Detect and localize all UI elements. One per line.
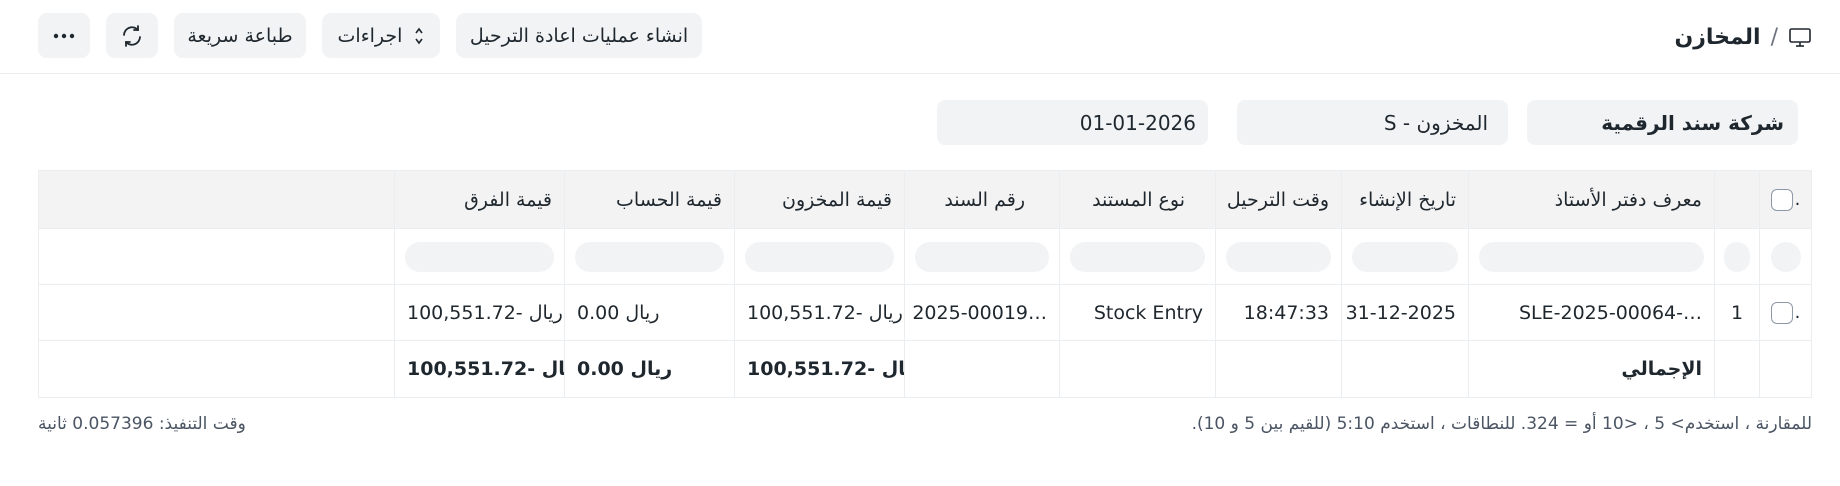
filter-input-select[interactable] xyxy=(1770,241,1801,272)
column-header-difference-value[interactable]: قيمة الفرق xyxy=(394,171,564,228)
filter-cell-posting-time xyxy=(1215,229,1341,284)
filter-input-difference-value[interactable] xyxy=(405,241,554,272)
select-all-cell: . xyxy=(1759,171,1811,228)
table-header-row: . معرف دفتر الأستاذ تاريخ الإنشاء وقت ال… xyxy=(39,171,1811,229)
table-row[interactable]: . 1 SLE-2025-00064-… 31-12-2025 18:47:33… xyxy=(39,285,1811,341)
column-filter-row xyxy=(39,229,1811,285)
page-title[interactable]: المخازن xyxy=(1674,25,1760,50)
filter-input-doc-type[interactable] xyxy=(1070,241,1205,272)
breadcrumb-separator: / xyxy=(1770,24,1778,50)
filter-cell-doc-type xyxy=(1059,229,1215,284)
cell-account-value: ريال 0.00 xyxy=(564,285,734,340)
totals-empty-cell xyxy=(904,341,1059,397)
column-header-stock-value[interactable]: قيمة المخزون xyxy=(734,171,904,228)
difference-value: ريال -100,551.72 xyxy=(407,301,563,324)
filter-input-posting-time[interactable] xyxy=(1226,241,1331,272)
date-filter[interactable]: 01-01-2026 xyxy=(937,100,1208,145)
filter-cell-select xyxy=(1759,229,1811,284)
filter-input-index[interactable] xyxy=(1724,241,1750,272)
refresh-button[interactable] xyxy=(106,13,158,58)
filter-help-text: للمقارنة ، استخدم> 5 ، <10 أو = 324. للن… xyxy=(1191,414,1812,434)
column-header-voucher-no[interactable]: رقم السند xyxy=(904,171,1059,228)
filter-cell-creation-date xyxy=(1341,229,1468,284)
actions-label: اجراءات xyxy=(337,24,403,47)
more-options-button[interactable] xyxy=(38,13,90,58)
totals-empty-cell xyxy=(1341,341,1468,397)
totals-difference-value-text: ريال -100,551.72 xyxy=(407,358,564,380)
creation-date-value: 31-12-2025 xyxy=(1345,301,1456,324)
stock-value: ريال -100,551.72 xyxy=(747,301,903,324)
cell-stock-value: ريال -100,551.72 xyxy=(734,285,904,340)
totals-row: الإجمالي ريال -100,551.72 ريال 0.00 ريال… xyxy=(39,341,1811,397)
index-header xyxy=(1714,171,1759,228)
totals-difference-value: ريال -100,551.72 xyxy=(394,341,564,397)
row-select-cell: . xyxy=(1759,285,1811,340)
totals-select-cell xyxy=(1759,341,1811,397)
column-header-doc-type[interactable]: نوع المستند xyxy=(1059,171,1215,228)
cell-creation-date: 31-12-2025 xyxy=(1341,285,1468,340)
cell-ledger-id[interactable]: SLE-2025-00064-… xyxy=(1468,285,1714,340)
filter-input-creation-date[interactable] xyxy=(1352,241,1458,272)
filter-input-ledger-id[interactable] xyxy=(1479,241,1704,272)
totals-empty-cell xyxy=(1215,341,1341,397)
page-header: / المخازن طباعة سريعة اجراءات انشاء عملي… xyxy=(0,0,1840,74)
doc-type-value: Stock Entry xyxy=(1093,301,1203,324)
cell-difference-value: ريال -100,551.72 xyxy=(394,285,564,340)
cell-voucher-no[interactable]: 2025-00019… xyxy=(904,285,1059,340)
row-checkbox[interactable] xyxy=(1770,301,1793,324)
empty-header-space xyxy=(39,171,394,228)
filter-input-voucher-no[interactable] xyxy=(915,241,1049,272)
desktop-icon[interactable] xyxy=(1788,26,1812,48)
totals-stock-value-text: ريال -100,551.72 xyxy=(747,358,904,380)
totals-index-cell xyxy=(1714,341,1759,397)
quick-print-button[interactable]: طباعة سريعة xyxy=(174,13,306,58)
company-filter[interactable]: شركة سند الرقمية xyxy=(1527,100,1798,145)
filter-cell-account-value xyxy=(564,229,734,284)
filter-cell-voucher-no xyxy=(904,229,1059,284)
column-header-creation-date[interactable]: تاريخ الإنشاء xyxy=(1341,171,1468,228)
filter-input-account-value[interactable] xyxy=(575,241,724,272)
voucher-no-value[interactable]: 2025-00019… xyxy=(912,302,1047,324)
refresh-icon xyxy=(123,24,141,47)
ellipsis-icon xyxy=(53,33,75,38)
row-index: 1 xyxy=(1714,285,1759,340)
posting-time-value: 18:47:33 xyxy=(1243,301,1329,324)
execution-time: وقت التنفيذ: 0.057396 ثانية xyxy=(38,414,246,434)
breadcrumb: / المخازن xyxy=(1674,20,1812,54)
cell-doc-type: Stock Entry xyxy=(1059,285,1215,340)
account-value: ريال 0.00 xyxy=(577,301,660,324)
totals-stock-value: ريال -100,551.72 xyxy=(734,341,904,397)
ledger-id-value[interactable]: SLE-2025-00064-… xyxy=(1519,302,1702,324)
warehouse-filter[interactable]: المخزون - S xyxy=(1237,100,1508,145)
filter-cell-difference-value xyxy=(394,229,564,284)
sort-arrows-icon xyxy=(415,27,424,44)
cell-posting-time: 18:47:33 xyxy=(1215,285,1341,340)
filter-cell-stock-value xyxy=(734,229,904,284)
column-header-posting-time[interactable]: وقت الترحيل xyxy=(1215,171,1341,228)
select-all-checkbox[interactable] xyxy=(1770,188,1793,211)
filter-cell-ledger-id xyxy=(1468,229,1714,284)
totals-account-value-text: ريال 0.00 xyxy=(577,358,673,380)
report-table: . معرف دفتر الأستاذ تاريخ الإنشاء وقت ال… xyxy=(38,170,1812,398)
create-repost-entries-button[interactable]: انشاء عمليات اعادة الترحيل xyxy=(456,13,702,58)
totals-empty-cell xyxy=(1059,341,1215,397)
column-header-account-value[interactable]: قيمة الحساب xyxy=(564,171,734,228)
filter-cell-index xyxy=(1714,229,1759,284)
toolbar: طباعة سريعة اجراءات انشاء عمليات اعادة ا… xyxy=(38,13,702,58)
actions-dropdown-button[interactable]: اجراءات xyxy=(322,13,440,58)
filter-input-stock-value[interactable] xyxy=(745,241,894,272)
date-value: 01-01-2026 xyxy=(1079,110,1196,135)
totals-account-value: ريال 0.00 xyxy=(564,341,734,397)
totals-label: الإجمالي xyxy=(1468,341,1714,397)
column-header-ledger-id[interactable]: معرف دفتر الأستاذ xyxy=(1468,171,1714,228)
